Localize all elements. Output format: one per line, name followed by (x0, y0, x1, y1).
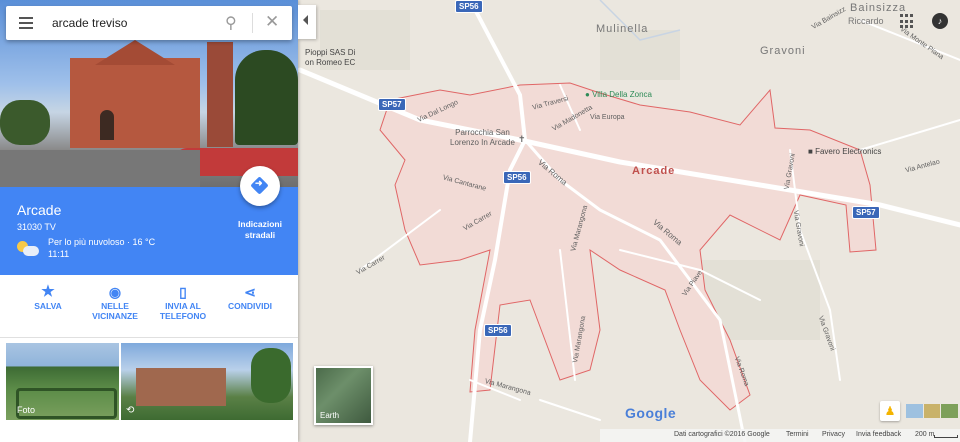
poi-parrocchia-label[interactable]: Parrocchia San Lorenzo In Arcade (450, 128, 515, 148)
imagery-thumbnails[interactable] (906, 404, 959, 418)
search-divider (252, 13, 253, 33)
road-shield-sp56-low: SP56 (484, 324, 512, 337)
photo-thumbnail-1[interactable]: Foto (6, 343, 119, 420)
chevron-left-icon (303, 15, 308, 25)
poi-dot-icon: ■ (808, 147, 813, 156)
weather-icon (17, 241, 39, 257)
place-postal: 31030 TV (17, 222, 56, 232)
footer-scale: 200 m (915, 431, 935, 438)
tree-shape (235, 50, 298, 145)
footer-terms-link[interactable]: Termini (786, 431, 809, 438)
poi-pioppi-line1: Pioppi SAS Di (305, 48, 356, 57)
action-bar: ★ SALVA ◉ NELLE VICINANZE ▯ INVIA AL TEL… (0, 275, 298, 338)
earth-label: Earth (320, 411, 340, 420)
share-button[interactable]: ⋖ CONDIVIDI (217, 283, 283, 311)
street-via-europa: Via Europa (590, 114, 625, 121)
send-label-line2: TELEFONO (159, 311, 207, 321)
poi-villa-text: Villa Della Zonca (592, 90, 652, 99)
send-label-line1: INVIA AL (165, 301, 201, 311)
directions-label-line1: Indicazioni (238, 219, 282, 229)
map-footer: Dati cartografici ©2016 Google Termini P… (600, 429, 960, 442)
road-shield-sp57-left: SP57 (378, 98, 406, 111)
photo-thumbnail-2[interactable]: ⟲ (121, 343, 293, 420)
road-shield-sp57-right: SP57 (852, 206, 880, 219)
photo-label: Foto (17, 405, 36, 415)
weather-desc: Per lo più nuvoloso · 16 °C (48, 237, 156, 247)
area-label-bainsizza: Bainsizza (850, 2, 907, 14)
directions-arrow-icon: ➜ (255, 178, 263, 188)
save-label: SALVA (34, 301, 62, 311)
poi-pioppi-label[interactable]: Pioppi SAS Di on Romeo EC (305, 48, 355, 68)
imagery-thumb-2[interactable] (923, 404, 941, 418)
scale-bar (934, 435, 958, 438)
poi-parrocchia-line2: Lorenzo In Arcade (450, 138, 515, 147)
church-door-shape (100, 110, 114, 140)
area-label-mulinella: Mulinella (596, 23, 649, 35)
directions-label-line2: stradali (244, 230, 276, 240)
poi-favero-label[interactable]: ■ Favero Electronics (808, 147, 881, 156)
tree-shape-2 (251, 348, 291, 403)
road-shield-sp56-top: SP56 (455, 0, 483, 13)
search-input[interactable]: arcade treviso (52, 16, 127, 30)
imagery-thumb-3[interactable] (941, 404, 959, 418)
search-icon[interactable]: ⚲ (225, 13, 237, 33)
search-box[interactable]: arcade treviso ⚲ ✕ (6, 6, 292, 40)
nearby-label-line1: NELLE (101, 301, 129, 311)
send-to-phone-button[interactable]: ▯ INVIA AL TELEFONO (150, 283, 216, 321)
location-pin-icon: ◉ (108, 284, 122, 300)
road-shield-sp56-mid: SP56 (503, 171, 531, 184)
close-icon[interactable]: ✕ (265, 12, 279, 32)
church-roof-shape (95, 40, 175, 65)
nearby-label-line2: VICINANZE (92, 311, 138, 321)
earth-toggle[interactable]: Earth (314, 366, 373, 425)
menu-icon[interactable] (19, 17, 33, 29)
park-icon: ● (585, 90, 590, 99)
area-label-gravoni: Gravoni (760, 45, 806, 57)
nearby-button[interactable]: ◉ NELLE VICINANZE (82, 283, 148, 321)
poi-villa-label[interactable]: ● Villa Della Zonca (585, 90, 652, 99)
bell-tower-shape (207, 42, 233, 147)
star-icon: ★ (41, 283, 55, 300)
apps-grid-icon[interactable] (900, 14, 915, 29)
footer-data: Dati cartografici ©2016 Google (674, 431, 770, 438)
panorama-icon: ⟲ (126, 405, 135, 416)
church-icon[interactable]: ✝ (518, 134, 528, 144)
pegman-icon[interactable]: ♟ (880, 401, 900, 421)
footer-feedback-link[interactable]: Invia feedback (856, 431, 901, 438)
share-icon: ⋖ (244, 284, 256, 300)
weather-time: 11:11 (48, 249, 70, 259)
google-logo: Google (625, 405, 677, 421)
poi-favero-text: Favero Electronics (815, 147, 882, 156)
footer-privacy-link[interactable]: Privacy (822, 431, 845, 438)
directions-label[interactable]: Indicazioni stradali (228, 219, 292, 241)
directions-button[interactable]: ➜ (240, 166, 280, 206)
area-label-riccardo: Riccardo (848, 16, 884, 26)
road-shape (0, 150, 200, 187)
save-button[interactable]: ★ SALVA (15, 283, 81, 311)
place-name: Arcade (17, 202, 62, 218)
place-panel: arcade treviso ⚲ ✕ ➜ Arcade 31030 TV Per… (0, 0, 298, 442)
town-label: Arcade (632, 165, 676, 177)
imagery-thumb-1[interactable] (906, 404, 923, 418)
poi-parrocchia-line1: Parrocchia San (455, 128, 510, 137)
share-label: CONDIVIDI (228, 301, 272, 311)
phone-icon: ▯ (179, 284, 187, 300)
tree-left-shape (0, 100, 50, 145)
collapse-panel-button[interactable] (298, 5, 316, 39)
notifications-icon[interactable]: ♪ (932, 13, 948, 29)
church-image-shape (70, 58, 200, 148)
poi-pioppi-line2: on Romeo EC (305, 58, 356, 67)
farmhouse-shape (136, 368, 226, 406)
